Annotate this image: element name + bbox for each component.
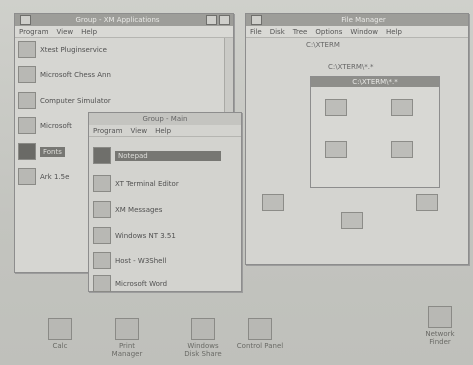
program-item[interactable]: XT Terminal Editor xyxy=(93,175,179,192)
desktop-icon-network-finder[interactable]: Network Finder xyxy=(416,306,464,346)
program-manager-menubar: Program View Help xyxy=(15,26,233,38)
file-icon[interactable] xyxy=(262,194,284,211)
program-item[interactable]: Ark 1.5e xyxy=(18,168,69,185)
group-main-window: Group - Main Program View Help Notepad X… xyxy=(88,112,242,292)
file-manager-menubar: File Disk Tree Options Window Help xyxy=(246,26,468,38)
desktop-icon-label: Windows Disk Share xyxy=(184,342,222,358)
word-icon xyxy=(93,275,111,292)
desktop-icon-label: Control Panel xyxy=(236,342,284,350)
printer-icon xyxy=(115,318,139,340)
program-item-label: XM Messages xyxy=(115,205,163,214)
program-item-label: Windows NT 3.51 xyxy=(115,231,176,240)
network-finder-icon xyxy=(428,306,452,328)
program-item-label: Microsoft xyxy=(40,121,72,130)
file-manager-window: File Manager File Disk Tree Options Wind… xyxy=(245,13,469,265)
program-manager-title: Group - XM Applications xyxy=(75,16,160,24)
path-label-1: C:\XTERM xyxy=(306,41,340,49)
program-item-label: Host - W3Shell xyxy=(115,256,167,265)
window-icon xyxy=(93,227,111,244)
group-main-titlebar[interactable]: Group - Main xyxy=(89,113,241,125)
file-manager-titlebar[interactable]: File Manager xyxy=(246,14,468,26)
menu-disk[interactable]: Disk xyxy=(270,28,285,36)
app-icon xyxy=(18,66,36,83)
directory-title: C:\XTERM\*.* xyxy=(352,78,398,86)
program-item-label: XT Terminal Editor xyxy=(115,179,179,188)
desktop-icon-print-manager[interactable]: Print Manager xyxy=(103,318,151,358)
group-main-title: Group - Main xyxy=(142,115,188,123)
menu-help[interactable]: Help xyxy=(81,28,97,36)
folder-icon[interactable] xyxy=(391,99,413,116)
program-item[interactable]: Computer Simulator xyxy=(18,92,111,109)
program-item[interactable]: XM Messages xyxy=(93,201,162,218)
file-manager-title: File Manager xyxy=(341,16,386,24)
program-item[interactable]: Microsoft Word xyxy=(93,275,167,292)
calc-icon xyxy=(48,318,72,340)
app-icon xyxy=(18,168,36,185)
app-icon xyxy=(18,117,36,134)
file-icon[interactable] xyxy=(341,212,363,229)
menu-view[interactable]: View xyxy=(57,28,74,36)
program-item-label: Microsoft Chess Ann xyxy=(40,70,111,79)
program-item[interactable]: Microsoft Chess Ann xyxy=(18,66,111,83)
program-manager-titlebar[interactable]: Group - XM Applications xyxy=(15,14,233,26)
program-item-label: Notepad xyxy=(115,150,221,161)
program-item-label: Xtest Pluginservice xyxy=(40,45,107,54)
desktop-icon-label: Network Finder xyxy=(425,330,455,346)
folder-icon[interactable] xyxy=(391,141,413,158)
program-item-selected[interactable]: Fonts xyxy=(18,143,65,160)
menu-file[interactable]: File xyxy=(250,28,262,36)
system-menu-button[interactable] xyxy=(251,15,262,25)
menu-options[interactable]: Options xyxy=(315,28,342,36)
directory-window: C:\XTERM\*.* xyxy=(310,76,440,188)
program-item[interactable]: Host - W3Shell xyxy=(93,252,166,269)
menu-window[interactable]: Window xyxy=(350,28,378,36)
terminal-icon xyxy=(93,175,111,192)
program-item[interactable]: Notepad xyxy=(93,147,221,164)
menu-help[interactable]: Help xyxy=(155,127,171,135)
program-item[interactable]: Xtest Pluginservice xyxy=(18,41,107,58)
desktop-icon-control-panel[interactable]: Control Panel xyxy=(236,318,284,350)
minimize-button[interactable] xyxy=(206,15,217,25)
control-panel-icon xyxy=(248,318,272,340)
desktop-icon-disk-share[interactable]: Windows Disk Share xyxy=(179,318,227,358)
menu-program[interactable]: Program xyxy=(93,127,123,135)
font-icon xyxy=(18,143,36,160)
desktop-icon-calc[interactable]: Calc xyxy=(36,318,84,350)
network-icon xyxy=(191,318,215,340)
folder-icon[interactable] xyxy=(325,99,347,116)
system-menu-button[interactable] xyxy=(20,15,31,25)
program-item-label: Ark 1.5e xyxy=(40,172,70,181)
program-item-label: Fonts xyxy=(40,146,65,157)
program-item[interactable]: Microsoft xyxy=(18,117,72,134)
desktop: Group - XM Applications Program View Hel… xyxy=(0,0,473,365)
host-icon xyxy=(93,252,111,269)
app-icon xyxy=(18,41,36,58)
program-item-label: Microsoft Word xyxy=(115,279,168,288)
directory-titlebar[interactable]: C:\XTERM\*.* xyxy=(311,77,439,87)
program-item-label: Computer Simulator xyxy=(40,96,111,105)
desktop-icon-label: Calc xyxy=(52,342,68,350)
messages-icon xyxy=(93,201,111,218)
menu-view[interactable]: View xyxy=(131,127,148,135)
menu-program[interactable]: Program xyxy=(19,28,49,36)
folder-icon[interactable] xyxy=(325,141,347,158)
menu-help[interactable]: Help xyxy=(386,28,402,36)
desktop-icon-label: Print Manager xyxy=(111,342,143,358)
file-icon[interactable] xyxy=(416,194,438,211)
group-main-menubar: Program View Help xyxy=(89,125,241,137)
menu-tree[interactable]: Tree xyxy=(293,28,308,36)
app-icon xyxy=(18,92,36,109)
program-item[interactable]: Windows NT 3.51 xyxy=(93,227,176,244)
path-label-2: C:\XTERM\*.* xyxy=(328,63,374,71)
maximize-button[interactable] xyxy=(219,15,230,25)
notepad-icon xyxy=(93,147,111,164)
